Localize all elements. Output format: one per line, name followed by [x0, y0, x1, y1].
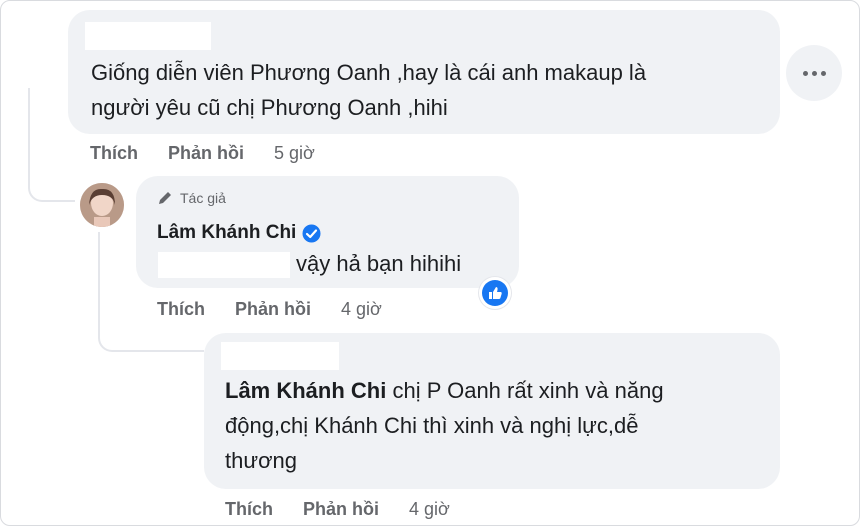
reply-link[interactable]: Phản hồi — [235, 299, 311, 320]
reply-link[interactable]: Phản hồi — [303, 499, 379, 520]
comment-text-2: vậy hả bạn hihihi — [296, 251, 462, 276]
like-link[interactable]: Thích — [90, 143, 138, 164]
mention-link[interactable]: Lâm Khánh Chi — [225, 378, 386, 403]
redacted-mention — [158, 252, 290, 278]
redacted-commenter-name-1 — [85, 22, 211, 50]
reaction-badge[interactable] — [479, 277, 511, 309]
comment-actions-3: Thích Phản hồi 4 giờ — [225, 499, 450, 520]
more-dot-icon — [803, 71, 808, 76]
redacted-commenter-name-3 — [221, 342, 339, 370]
pencil-icon — [159, 192, 171, 204]
timestamp[interactable]: 5 giờ — [274, 143, 315, 164]
timestamp[interactable]: 4 giờ — [409, 499, 450, 520]
timestamp[interactable]: 4 giờ — [341, 299, 382, 320]
comment-actions-2: Thích Phản hồi 4 giờ — [157, 299, 382, 320]
comment-actions-1: Thích Phản hồi 5 giờ — [90, 143, 315, 164]
more-options-button[interactable] — [786, 45, 842, 101]
more-dot-icon — [812, 71, 817, 76]
avatar[interactable] — [80, 183, 124, 227]
author-badge: Tác giả — [157, 189, 226, 206]
reply-link[interactable]: Phản hồi — [168, 143, 244, 164]
comment-text-3: Lâm Khánh Chi chị P Oanh rất xinh và năn… — [225, 378, 664, 473]
like-link[interactable]: Thích — [157, 299, 205, 320]
like-link[interactable]: Thích — [225, 499, 273, 520]
like-icon — [489, 287, 502, 299]
avatar-image — [80, 183, 124, 227]
verified-badge-icon — [302, 224, 321, 242]
more-dot-icon — [821, 71, 826, 76]
comment-text-1: Giống diễn viên Phương Oanh ,hay là cái … — [91, 60, 647, 120]
author-name[interactable]: Lâm Khánh Chi — [157, 222, 321, 244]
